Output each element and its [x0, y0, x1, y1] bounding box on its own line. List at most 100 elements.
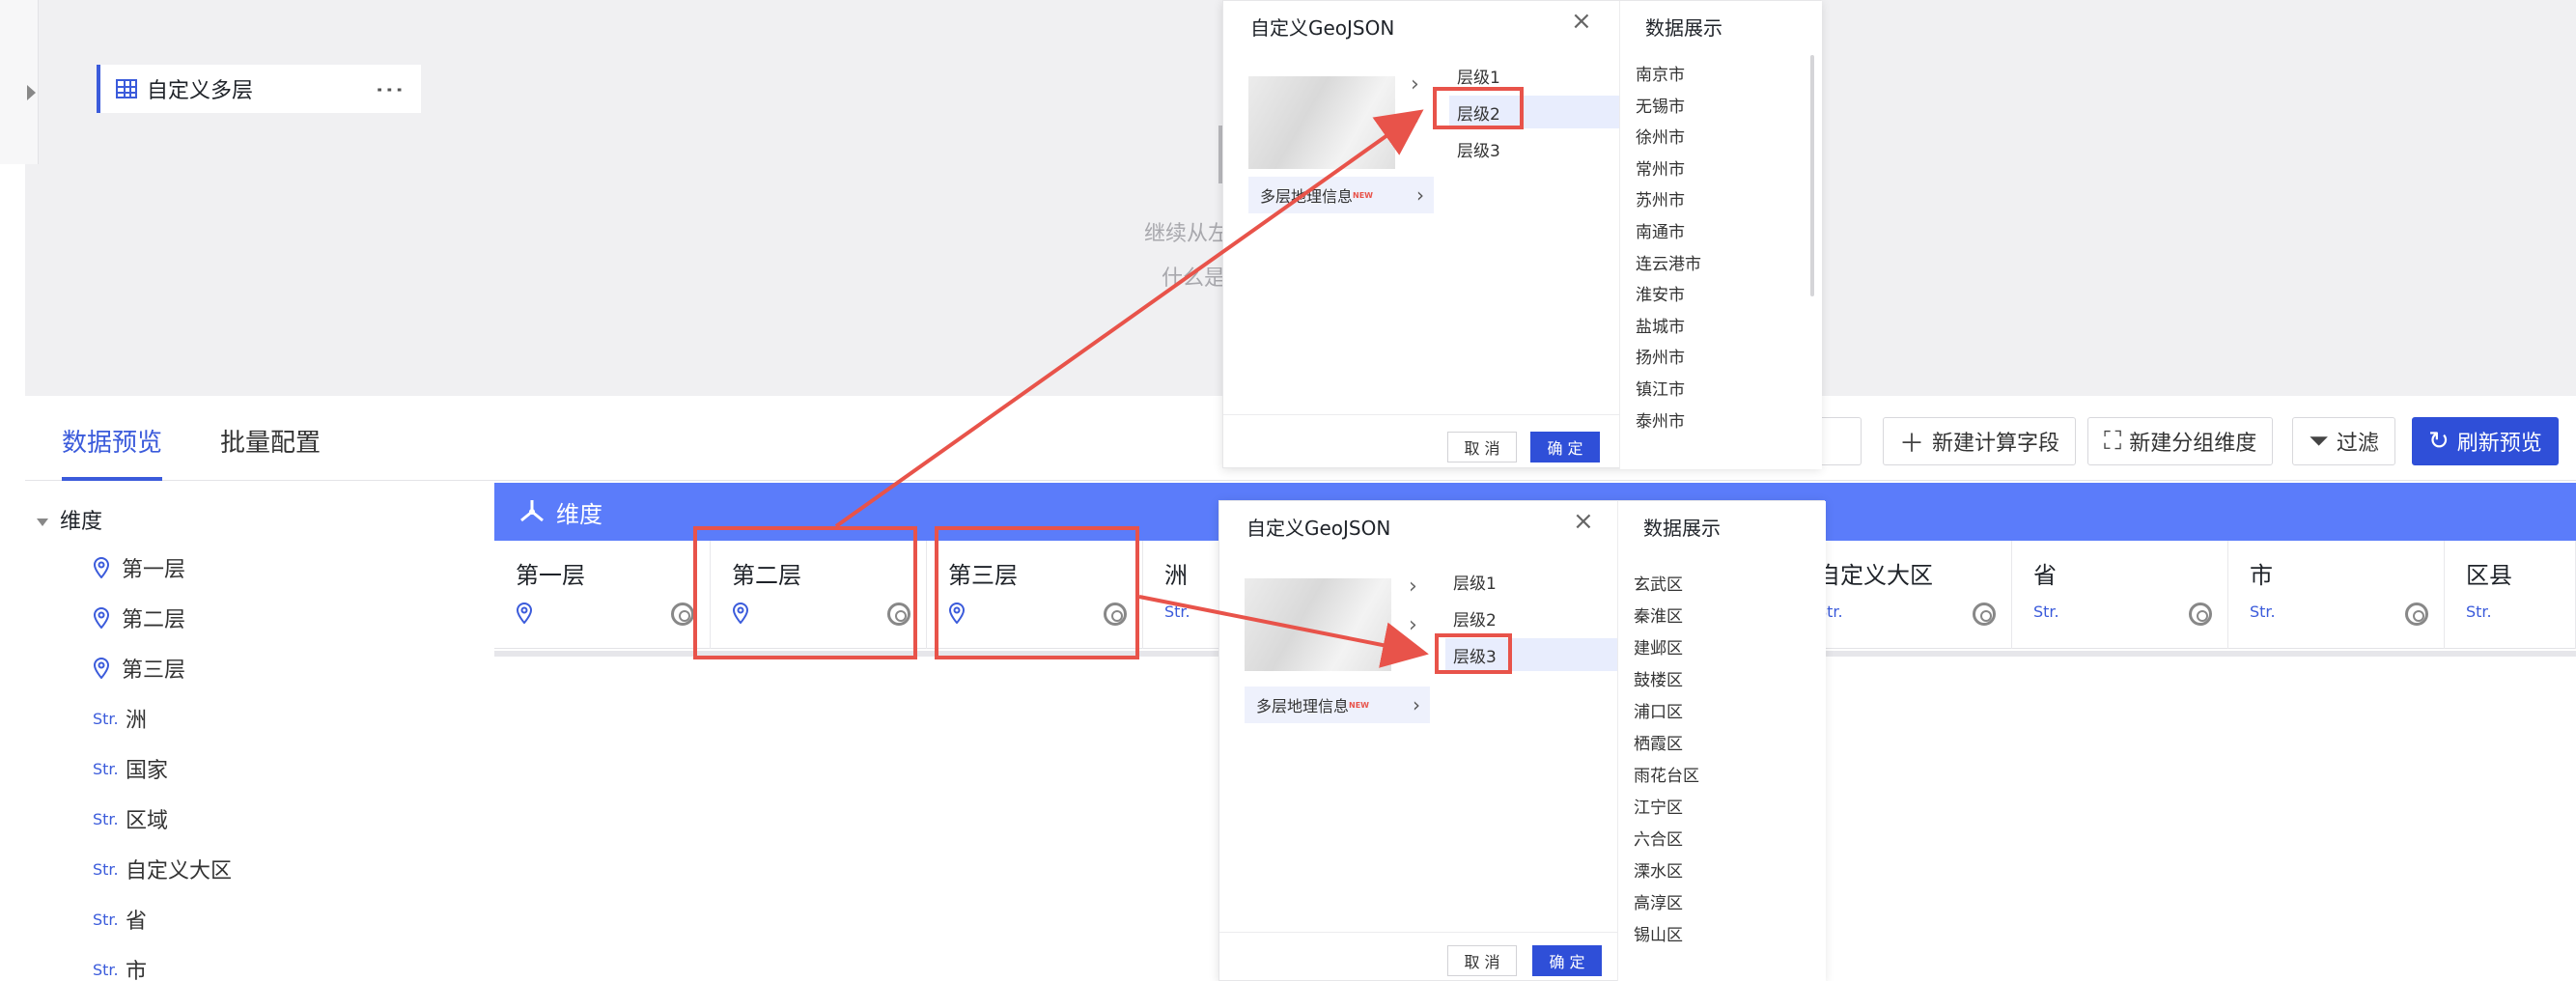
- data-row: 徐州市: [1636, 128, 1685, 149]
- tree-item[interactable]: Str. 国家: [93, 753, 168, 784]
- data-row: 江宁区: [1634, 799, 1683, 818]
- tab-data-preview[interactable]: 数据预览: [62, 423, 163, 481]
- gear-icon[interactable]: [1973, 603, 1996, 626]
- panel-scrollbar[interactable]: [1810, 55, 1814, 296]
- layer-card-label: 自定义多层: [147, 79, 254, 103]
- data-display-title: 数据展示: [1645, 16, 1722, 40]
- cancel-button[interactable]: 取 消: [1447, 945, 1517, 976]
- column-header-label: 区县: [2466, 562, 2512, 589]
- cancel-button[interactable]: 取 消: [1447, 432, 1517, 462]
- column-header[interactable]: 省 Str.: [2012, 541, 2228, 649]
- string-type-label: Str.: [2033, 603, 2059, 621]
- refresh-icon: ↻: [2428, 427, 2450, 456]
- tree-item[interactable]: Str. 区域: [93, 803, 168, 834]
- filter-label: 过滤: [2336, 432, 2379, 456]
- tree-item-label: 国家: [126, 759, 169, 783]
- filter-button[interactable]: ⏷ 过滤: [2292, 417, 2395, 465]
- filter-icon: ⏷: [2309, 426, 2329, 456]
- data-row: 鼓楼区: [1634, 671, 1683, 690]
- tab-batch-config[interactable]: 批量配置: [220, 423, 321, 481]
- caret-down-icon: [37, 519, 48, 526]
- close-icon[interactable]: ×: [1571, 7, 1592, 36]
- geojson-dialog-bottom: 自定义GeoJSON × › › 多层地理信息 NEW › 层级1 层级2 层级3 取 …: [1218, 500, 1826, 981]
- new-group-dimension-button[interactable]: ⛶ 新建分组维度: [2087, 417, 2274, 465]
- column-header[interactable]: 区县 Str.: [2445, 541, 2576, 649]
- table-icon: [116, 79, 137, 98]
- string-type-icon: Str.: [93, 960, 119, 979]
- tree-item[interactable]: Str. 洲: [93, 703, 147, 734]
- refresh-preview-button[interactable]: ↻ 刷新预览: [2412, 417, 2559, 465]
- multi-layer-geo-item[interactable]: 多层地理信息 NEW ›: [1245, 687, 1430, 723]
- sidebar-expand-handle[interactable]: [0, 0, 39, 164]
- data-display-panel: 数据展示 玄武区 秦淮区 建邺区 鼓楼区 浦口区 栖霞区 雨花台区 江宁区 六合区 溧水区 高淳区锡…: [1617, 501, 1826, 981]
- confirm-button[interactable]: 确 定: [1532, 945, 1602, 976]
- highlight-second-layer: [693, 526, 917, 659]
- location-pin-icon: [93, 556, 110, 579]
- new-group-dimension-label: 新建分组维度: [2129, 432, 2257, 456]
- new-calc-field-label: 新建计算字段: [1932, 432, 2060, 456]
- new-calc-field-button[interactable]: ＋ 新建计算字段: [1883, 417, 2077, 465]
- hierarchy-icon: ⛶: [2104, 426, 2122, 456]
- tree-item[interactable]: Str. 市: [93, 954, 147, 981]
- dimension-icon: [520, 500, 544, 522]
- chevron-right-icon: ›: [1416, 183, 1424, 207]
- data-row: 建邺区: [1634, 639, 1683, 659]
- tree-item[interactable]: 第三层: [93, 653, 185, 684]
- dimension-tree: 维度 第一层 第二层 第三层 Str. 洲 Str. 国家 Str. 区域 Str. 自定义大区 St…: [25, 483, 494, 981]
- column-header[interactable]: 自定义大区 Str.: [1796, 541, 2012, 649]
- chevron-right-icon[interactable]: ›: [1411, 72, 1419, 97]
- tree-item-label: 自定义大区: [126, 859, 233, 883]
- tree-item[interactable]: 第二层: [93, 603, 185, 633]
- tree-item[interactable]: Str. 省: [93, 904, 147, 935]
- string-type-icon: Str.: [2466, 603, 2492, 621]
- tree-item-label: 市: [126, 960, 148, 981]
- tree-item-label: 省: [126, 910, 148, 934]
- gear-icon[interactable]: [2405, 603, 2428, 626]
- tree-item[interactable]: Str. 自定义大区: [93, 854, 232, 884]
- chevron-right-icon: [27, 85, 36, 100]
- geojson-thumbnail[interactable]: [1248, 76, 1395, 169]
- tree-title[interactable]: 维度: [37, 504, 102, 535]
- close-icon[interactable]: ×: [1573, 507, 1594, 536]
- data-row: 雨花台区: [1634, 767, 1699, 786]
- layer-card[interactable]: 自定义多层 ⋮: [97, 65, 421, 113]
- data-row: 南京市: [1636, 66, 1685, 85]
- data-row: 连云港市: [1636, 254, 1701, 274]
- highlight-level2: [1433, 87, 1524, 129]
- data-display-title: 数据展示: [1643, 517, 1721, 540]
- canvas-hint-line2: 什么是: [1162, 266, 1226, 291]
- column-header-label: 市: [2250, 562, 2273, 589]
- dialog-title: 自定义GeoJSON: [1250, 16, 1395, 40]
- chevron-right-icon[interactable]: ›: [1409, 575, 1417, 599]
- column-header-label: 省: [2033, 562, 2057, 589]
- data-row: 锡山区: [1634, 926, 1683, 945]
- gear-icon[interactable]: [2189, 603, 2212, 626]
- level-item[interactable]: 层级1: [1445, 565, 1625, 598]
- dialog-divider: [1219, 932, 1617, 933]
- data-display-panel: 数据展示 南京市 无锡市 徐州市 常州市 苏州市 南通市 连云港市 淮安市 盐城市 扬州市 镇江市泰…: [1619, 1, 1822, 469]
- app-root: 自定义多层 ⋮ 继续从左 什么是 数据预览 批量配置 ＋ 新建计算字段 ⛶ 新建分组…: [0, 0, 2576, 981]
- level-item[interactable]: 层级2: [1445, 602, 1625, 634]
- chevron-right-icon[interactable]: ›: [1409, 613, 1417, 637]
- column-header[interactable]: 第一层: [494, 541, 711, 649]
- geojson-thumbnail[interactable]: [1245, 578, 1391, 671]
- more-menu-icon[interactable]: ⋮: [373, 75, 406, 102]
- gear-icon[interactable]: [671, 603, 694, 626]
- string-type-label: Str.: [2466, 603, 2492, 621]
- column-header[interactable]: 市 Str.: [2228, 541, 2445, 649]
- string-type-icon: Str.: [2033, 603, 2059, 621]
- data-row: 六合区: [1634, 830, 1683, 850]
- string-type-icon: Str.: [93, 759, 119, 778]
- highlight-level3: [1435, 633, 1512, 674]
- location-pin-icon: [93, 657, 110, 680]
- tree-item-label: 第三层: [122, 659, 186, 683]
- string-type-icon: Str.: [93, 809, 119, 828]
- multi-layer-geo-item[interactable]: 多层地理信息 NEW ›: [1248, 177, 1434, 213]
- new-badge: NEW: [1349, 700, 1369, 710]
- confirm-button[interactable]: 确 定: [1530, 432, 1600, 462]
- tree-item[interactable]: 第一层: [93, 552, 185, 583]
- level-item[interactable]: 层级3: [1449, 132, 1629, 165]
- chevron-right-icon[interactable]: ›: [1411, 109, 1419, 133]
- column-header-label: 洲: [1164, 562, 1188, 589]
- column-header-label: 第一层: [516, 562, 585, 589]
